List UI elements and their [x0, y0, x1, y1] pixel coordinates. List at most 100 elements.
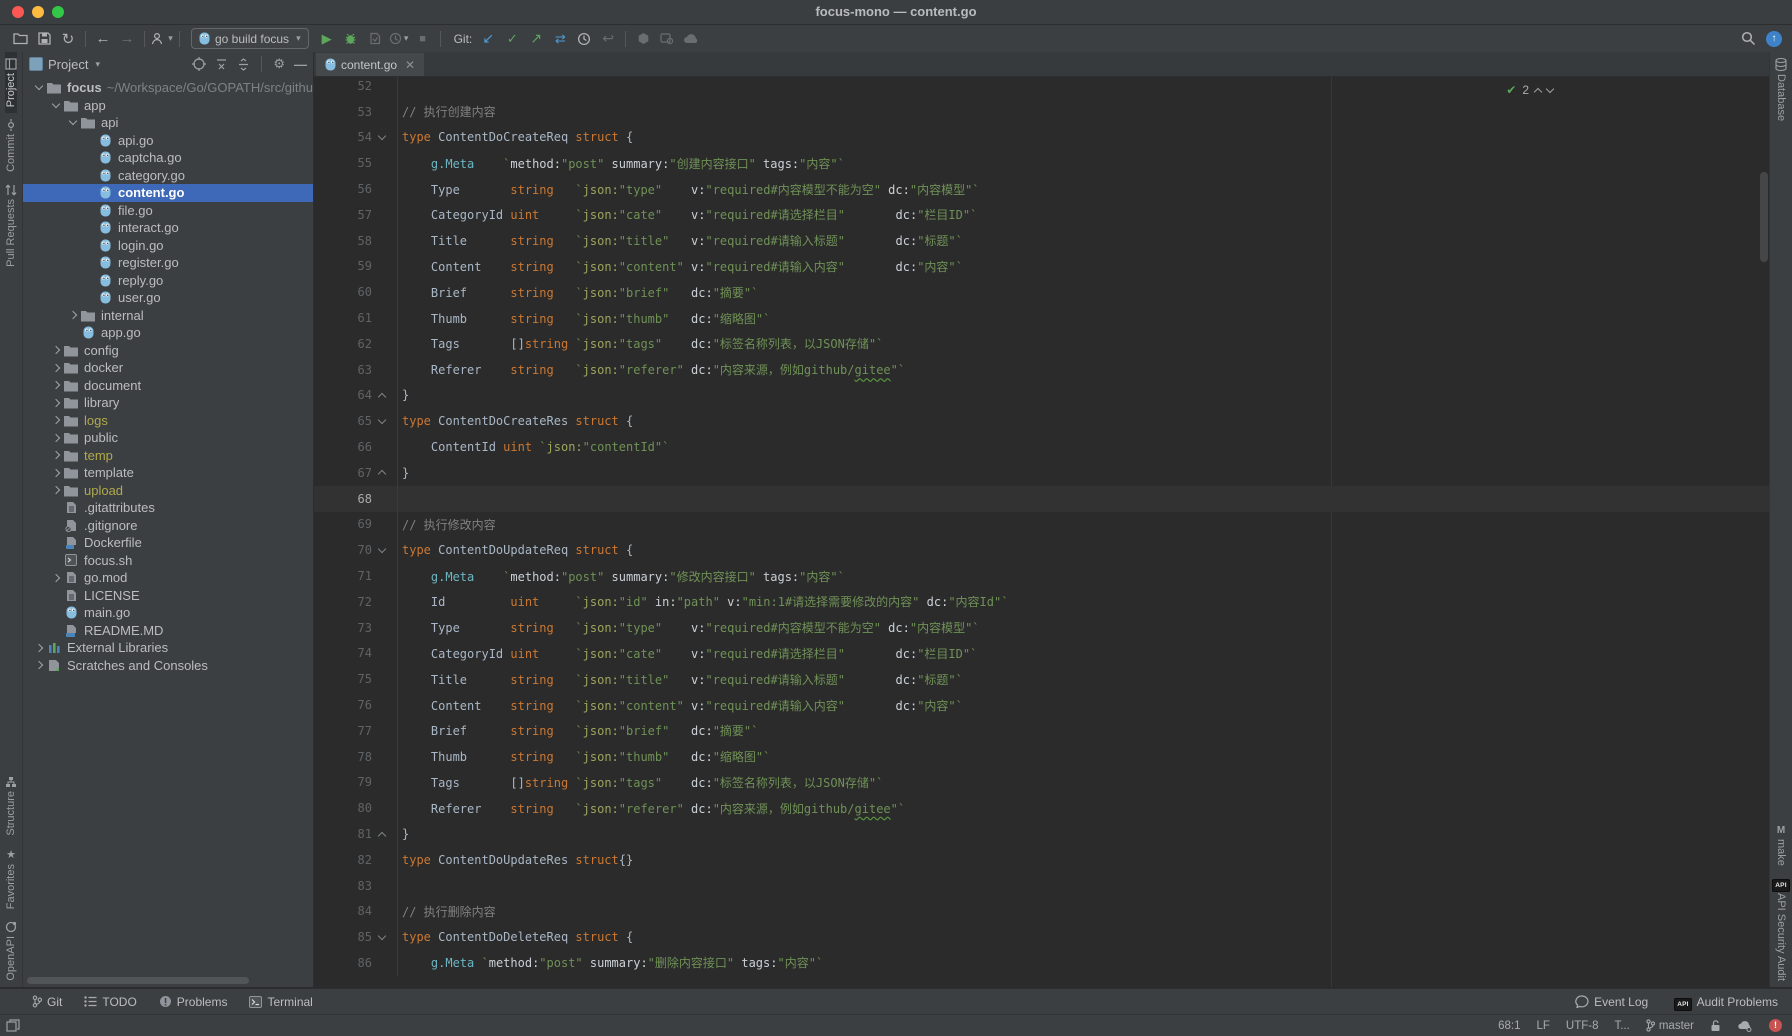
- cloud-settings-icon[interactable]: [1737, 1020, 1753, 1032]
- stripe-button-make[interactable]: Mmake: [1775, 818, 1787, 872]
- tree-item-upload[interactable]: upload: [23, 482, 313, 500]
- tree-item-external-libraries[interactable]: External Libraries: [23, 639, 313, 657]
- git-push-button[interactable]: ↗: [524, 29, 548, 49]
- chevron-down-icon[interactable]: [68, 117, 76, 125]
- editor-vscrollbar[interactable]: [1760, 172, 1768, 262]
- chevron-right-icon[interactable]: [34, 661, 42, 669]
- fold-open-icon[interactable]: [378, 544, 386, 552]
- chevron-right-icon[interactable]: [51, 399, 59, 407]
- settings-gear-icon[interactable]: ⚙: [273, 56, 285, 72]
- collapse-all-icon[interactable]: [215, 58, 228, 71]
- tree-item-docker[interactable]: docker: [23, 359, 313, 377]
- chevron-right-icon[interactable]: [51, 574, 59, 582]
- error-indicator[interactable]: !: [1769, 1019, 1782, 1032]
- tree-item-api[interactable]: api: [23, 114, 313, 132]
- forward-icon[interactable]: →: [115, 29, 139, 49]
- tree-item-register.go[interactable]: register.go: [23, 254, 313, 272]
- back-icon[interactable]: ←: [91, 29, 115, 49]
- user-settings-icon[interactable]: ▾: [150, 29, 174, 49]
- stripe-button-project[interactable]: Project: [5, 52, 17, 113]
- toolwindow-button-git[interactable]: Git: [32, 995, 62, 1009]
- project-hscrollbar[interactable]: [27, 977, 249, 984]
- file-encoding[interactable]: UTF-8: [1566, 1020, 1599, 1032]
- chevron-right-icon[interactable]: [51, 469, 59, 477]
- tree-item-file.go[interactable]: file.go: [23, 202, 313, 220]
- tree-item-main.go[interactable]: main.go: [23, 604, 313, 622]
- sync-icon[interactable]: ↻: [56, 29, 80, 49]
- tree-item-temp[interactable]: temp: [23, 447, 313, 465]
- line-ending[interactable]: LF: [1536, 1020, 1549, 1032]
- tree-item-public[interactable]: public: [23, 429, 313, 447]
- fold-end-icon[interactable]: [378, 470, 386, 478]
- project-panel-title[interactable]: Project: [48, 57, 88, 72]
- chevron-right-icon[interactable]: [51, 451, 59, 459]
- profiler-button[interactable]: ▾: [387, 29, 411, 49]
- tab-close-icon[interactable]: ✕: [405, 58, 415, 72]
- caret-position[interactable]: 68:1: [1498, 1020, 1520, 1032]
- truncated-status-item[interactable]: T...: [1615, 1020, 1630, 1032]
- stripe-button-structure[interactable]: Structure: [5, 770, 17, 842]
- toolwindow-button-todo[interactable]: TODO: [84, 995, 136, 1009]
- tree-item-app.go[interactable]: app.go: [23, 324, 313, 342]
- ide-update-badge[interactable]: ↑: [1766, 31, 1782, 47]
- tree-item-dockerfile[interactable]: Dockerfile: [23, 534, 313, 552]
- git-merge-button[interactable]: ⇄: [548, 29, 572, 49]
- tab-content-go[interactable]: content.go ✕: [316, 53, 424, 76]
- tree-item-internal[interactable]: internal: [23, 307, 313, 325]
- next-problem-icon[interactable]: [1546, 84, 1554, 92]
- tree-item-readme.md[interactable]: README.MD: [23, 622, 313, 640]
- stripe-button-favorites[interactable]: ★Favorites: [5, 842, 17, 915]
- toolwindow-button-event-log[interactable]: Event Log: [1575, 995, 1648, 1009]
- rollback-button[interactable]: ↩: [596, 29, 620, 49]
- tree-item-scratches-and-consoles[interactable]: Scratches and Consoles: [23, 657, 313, 675]
- chevron-right-icon[interactable]: [51, 346, 59, 354]
- tree-item-logs[interactable]: logs: [23, 412, 313, 430]
- tree-item-captcha.go[interactable]: captcha.go: [23, 149, 313, 167]
- chevron-right-icon[interactable]: [34, 644, 42, 652]
- chevron-right-icon[interactable]: [51, 381, 59, 389]
- stripe-button-pull-requests[interactable]: Pull Requests: [0, 178, 23, 273]
- prev-problem-icon[interactable]: [1534, 87, 1542, 95]
- tree-item-license[interactable]: LICENSE: [23, 587, 313, 605]
- coverage-button[interactable]: [363, 29, 387, 49]
- chevron-right-icon[interactable]: [68, 311, 76, 319]
- history-button[interactable]: [572, 29, 596, 49]
- stripe-button-api-security-audit[interactable]: APIAPI Security Audit: [1763, 872, 1792, 987]
- chevron-right-icon[interactable]: [51, 416, 59, 424]
- tree-item-api.go[interactable]: api.go: [23, 132, 313, 150]
- fold-open-icon[interactable]: [378, 931, 386, 939]
- save-all-icon[interactable]: [32, 29, 56, 49]
- tree-item-go.mod[interactable]: go.mod: [23, 569, 313, 587]
- tree-item-app[interactable]: app: [23, 97, 313, 115]
- chevron-right-icon[interactable]: [51, 364, 59, 372]
- stop-button[interactable]: ■: [411, 29, 435, 49]
- chevron-right-icon[interactable]: [51, 434, 59, 442]
- chevron-down-icon[interactable]: [34, 82, 42, 90]
- tree-item-interact.go[interactable]: interact.go: [23, 219, 313, 237]
- inspections-widget[interactable]: ✔ 2: [1506, 83, 1553, 97]
- code-editor[interactable]: 5253// 执行创建内容54type ContentDoCreateReq s…: [314, 77, 1770, 987]
- search-everywhere-icon[interactable]: [1741, 31, 1756, 46]
- git-branch-widget[interactable]: master: [1646, 1019, 1694, 1032]
- fold-open-icon[interactable]: [378, 132, 386, 140]
- run-config-select[interactable]: go build focus ▾: [191, 28, 309, 49]
- stripe-button-openapi[interactable]: OpenAPI: [5, 915, 17, 987]
- git-commit-button[interactable]: ✓: [500, 29, 524, 49]
- locate-file-icon[interactable]: [192, 57, 206, 71]
- tree-item-reply.go[interactable]: reply.go: [23, 272, 313, 290]
- toolwindow-toggle-icon[interactable]: [6, 1019, 20, 1032]
- unlock-icon[interactable]: [1710, 1019, 1721, 1032]
- git-log-search-button[interactable]: [655, 29, 679, 49]
- fold-end-icon[interactable]: [378, 831, 386, 839]
- tree-item-template[interactable]: template: [23, 464, 313, 482]
- debug-button[interactable]: [339, 29, 363, 49]
- chevron-right-icon[interactable]: [51, 486, 59, 494]
- stripe-button-database[interactable]: Database: [1775, 52, 1787, 127]
- shelve-button[interactable]: [631, 29, 655, 49]
- tree-item-.gitignore[interactable]: .gitignore: [23, 517, 313, 535]
- tree-item-library[interactable]: library: [23, 394, 313, 412]
- tree-item-focus-mono[interactable]: focus-mono~/Workspace/Go/GOPATH/src/gith…: [23, 79, 313, 97]
- toolwindow-button-terminal[interactable]: Terminal: [249, 995, 312, 1009]
- tree-item-config[interactable]: config: [23, 342, 313, 360]
- fold-open-icon[interactable]: [378, 416, 386, 424]
